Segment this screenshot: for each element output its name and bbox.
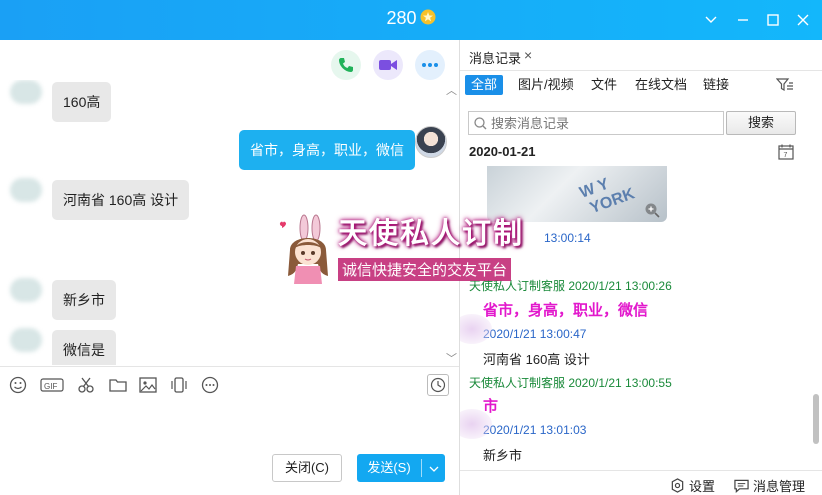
title-bar: 280 bbox=[0, 0, 822, 40]
svg-text:GIF: GIF bbox=[44, 382, 57, 391]
date-header: 2020-01-21 bbox=[469, 144, 536, 159]
close-button[interactable]: 关闭(C) bbox=[272, 454, 342, 482]
video-icon bbox=[379, 60, 397, 70]
message-bubble[interactable]: 微信是 bbox=[52, 330, 116, 365]
scissors-icon[interactable] bbox=[77, 376, 95, 394]
minimize-icon[interactable] bbox=[733, 10, 753, 30]
dropdown-icon[interactable] bbox=[701, 10, 721, 30]
search-box[interactable] bbox=[468, 111, 724, 135]
star-icon bbox=[420, 9, 436, 25]
search-button[interactable]: 搜索 bbox=[726, 111, 796, 135]
history-text[interactable]: 河南省 160高 设计 bbox=[483, 349, 590, 368]
voice-call-button[interactable] bbox=[331, 50, 361, 80]
tab-close-icon[interactable]: × bbox=[524, 47, 532, 63]
history-panel: 消息记录 × 全部 图片/视频 文件 在线文档 链接 搜索 2020-01-21… bbox=[460, 40, 822, 495]
zoom-in-icon[interactable] bbox=[644, 202, 660, 218]
message-manage-icon bbox=[734, 479, 749, 493]
history-clock-icon[interactable] bbox=[427, 374, 449, 396]
svg-text:7: 7 bbox=[784, 152, 788, 159]
filter-links[interactable]: 链接 bbox=[697, 75, 735, 95]
phone-icon bbox=[339, 58, 353, 72]
scrollbar-thumb[interactable] bbox=[813, 394, 819, 444]
history-meta: 2020/1/21 13:00:47 bbox=[483, 327, 587, 341]
history-highlight-text[interactable]: 省市，身高，职业，微信 bbox=[483, 299, 648, 320]
filter-online-docs[interactable]: 在线文档 bbox=[629, 75, 693, 95]
video-call-button[interactable] bbox=[373, 50, 403, 80]
filter-media[interactable]: 图片/视频 bbox=[512, 75, 580, 95]
scroll-down-icon[interactable]: ﹀ bbox=[446, 350, 457, 366]
send-label: 发送(S) bbox=[367, 460, 411, 475]
message-bubble[interactable]: 河南省 160高 设计 bbox=[52, 180, 190, 220]
avatar[interactable] bbox=[10, 178, 42, 202]
settings-label: 设置 bbox=[689, 479, 716, 494]
gif-icon[interactable]: GIF bbox=[40, 376, 64, 394]
message-bubble[interactable]: 160高 bbox=[52, 82, 112, 122]
send-divider bbox=[421, 459, 422, 477]
search-icon bbox=[474, 117, 487, 130]
history-meta: 2020/1/21 13:01:03 bbox=[483, 423, 587, 437]
avatar[interactable] bbox=[10, 278, 42, 302]
folder-icon[interactable] bbox=[109, 376, 127, 394]
gear-icon bbox=[671, 478, 684, 493]
history-meta: 天使私人订制客服 2020/1/21 13:00:26 bbox=[469, 279, 672, 293]
image-icon[interactable] bbox=[139, 376, 157, 394]
send-options-icon[interactable] bbox=[423, 454, 445, 482]
message-manage-button[interactable]: 消息管理 bbox=[734, 476, 805, 495]
emoji-icon[interactable] bbox=[9, 376, 27, 394]
history-footer: 设置 消息管理 bbox=[460, 470, 822, 495]
avatar[interactable] bbox=[10, 80, 42, 104]
history-list[interactable]: W Y YORK 13:00:14 天使私人订制客服 2020/1/21 13:… bbox=[460, 164, 810, 470]
filter-settings-icon[interactable] bbox=[775, 77, 794, 96]
filter-all[interactable]: 全部 bbox=[465, 75, 504, 95]
maximize-icon[interactable] bbox=[763, 10, 783, 30]
message-manage-label: 消息管理 bbox=[753, 479, 806, 494]
more-icon bbox=[422, 63, 438, 67]
settings-button[interactable]: 设置 bbox=[670, 476, 715, 495]
avatar[interactable] bbox=[10, 328, 42, 352]
window-title: 280 bbox=[0, 8, 822, 29]
search-input[interactable] bbox=[491, 115, 716, 131]
filter-files[interactable]: 文件 bbox=[585, 75, 623, 95]
message-input[interactable] bbox=[0, 402, 459, 452]
input-toolbar: GIF bbox=[0, 366, 459, 402]
more-tools-icon[interactable] bbox=[201, 376, 219, 394]
message-bubble[interactable]: 省市，身高，职业，微信 bbox=[239, 130, 415, 170]
shake-icon[interactable] bbox=[170, 376, 188, 394]
history-scrollbar[interactable] bbox=[812, 164, 820, 470]
tab-divider bbox=[460, 70, 822, 71]
history-meta: 13:00:14 bbox=[544, 231, 591, 245]
send-button[interactable]: 发送(S) bbox=[357, 454, 445, 482]
message-bubble[interactable]: 新乡市 bbox=[52, 280, 116, 320]
calendar-icon[interactable]: 7 bbox=[778, 144, 794, 163]
window-title-text: 280 bbox=[386, 8, 417, 28]
scroll-up-icon[interactable]: ︿ bbox=[446, 82, 457, 98]
history-image[interactable]: W Y YORK bbox=[487, 166, 667, 222]
more-button[interactable] bbox=[415, 50, 445, 80]
my-avatar[interactable] bbox=[415, 126, 447, 158]
tab-message-history[interactable]: 消息记录 bbox=[469, 48, 521, 67]
history-text[interactable]: 新乡市 bbox=[483, 445, 522, 464]
history-meta: 天使私人订制客服 2020/1/21 13:00:55 bbox=[469, 376, 672, 390]
close-icon[interactable] bbox=[793, 10, 813, 30]
message-list[interactable]: 160高 省市，身高，职业，微信 河南省 160高 设计 新乡市 微信是 bbox=[0, 80, 459, 365]
image-content: W Y YORK bbox=[577, 175, 637, 219]
